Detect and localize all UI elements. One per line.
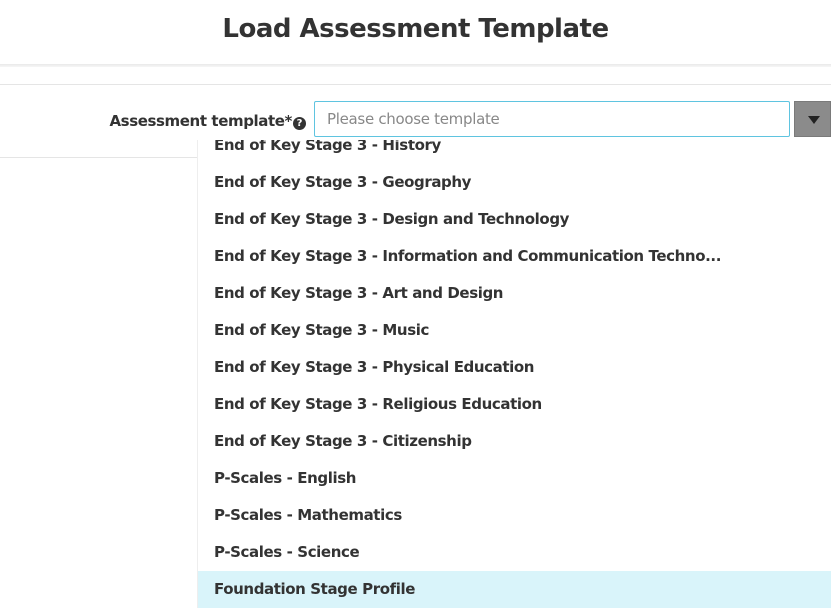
dropdown-option[interactable]: End of Key Stage 3 - Religious Education	[198, 386, 831, 423]
select-placeholder: Please choose template	[327, 110, 500, 128]
dropdown-option[interactable]: End of Key Stage 3 - Physical Education	[198, 349, 831, 386]
question-circle-icon[interactable]: ?	[293, 117, 306, 130]
title-divider	[0, 64, 831, 67]
dropdown-option-highlighted[interactable]: Foundation Stage Profile	[198, 571, 831, 608]
caret-down-icon	[808, 116, 820, 124]
template-dropdown-list[interactable]: End of Key Stage 3 - History End of Key …	[197, 140, 831, 608]
dropdown-toggle-button[interactable]	[794, 101, 831, 137]
form-divider	[0, 157, 197, 158]
dropdown-option[interactable]: End of Key Stage 3 - Citizenship	[198, 423, 831, 460]
assessment-template-select[interactable]: Please choose template	[314, 101, 790, 137]
dropdown-option[interactable]: End of Key Stage 3 - Design and Technolo…	[198, 201, 831, 238]
page-title: Load Assessment Template	[222, 14, 609, 44]
assessment-template-label: Assessment template*	[109, 112, 292, 130]
dropdown-option[interactable]: End of Key Stage 3 - Information and Com…	[198, 238, 831, 275]
dropdown-option[interactable]: P-Scales - Mathematics	[198, 497, 831, 534]
dropdown-option[interactable]: P-Scales - Science	[198, 534, 831, 571]
dropdown-option[interactable]: End of Key Stage 3 - Music	[198, 312, 831, 349]
dropdown-option[interactable]: End of Key Stage 3 - Art and Design	[198, 275, 831, 312]
dropdown-option[interactable]: End of Key Stage 3 - Geography	[198, 164, 831, 201]
dropdown-options: End of Key Stage 3 - History End of Key …	[198, 140, 831, 608]
dropdown-option[interactable]: End of Key Stage 3 - History	[198, 140, 831, 164]
dropdown-option[interactable]: P-Scales - English	[198, 460, 831, 497]
